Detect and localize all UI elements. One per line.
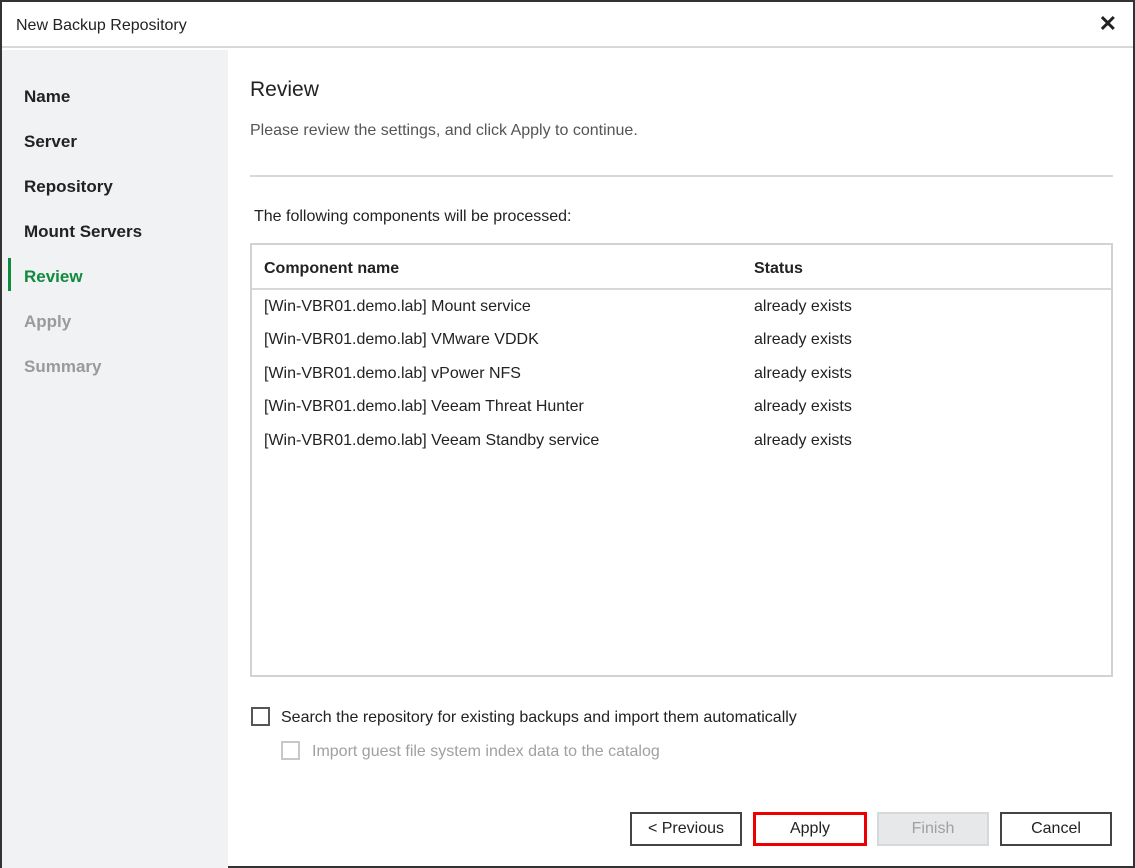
table-row[interactable]: [Win-VBR01.demo.lab] Veeam Standby servi…	[252, 425, 1111, 458]
column-header-status[interactable]: Status	[754, 260, 803, 278]
component-status: already exists	[754, 331, 852, 349]
component-status: already exists	[754, 298, 852, 316]
search-import-checkbox[interactable]	[251, 707, 270, 726]
table-row[interactable]: [Win-VBR01.demo.lab] vPower NFS already e…	[252, 358, 1111, 391]
divider	[250, 175, 1113, 177]
step-summary: Summary	[24, 357, 101, 377]
import-index-label: Import guest file system index data to t…	[312, 743, 660, 761]
step-repository[interactable]: Repository	[24, 177, 113, 197]
wizard-steps-sidebar	[2, 50, 228, 868]
wizard-window: New Backup Repository ✕ Name Server Repo…	[0, 0, 1135, 868]
component-name: [Win-VBR01.demo.lab] vPower NFS	[264, 365, 521, 383]
page-title: Review	[250, 78, 319, 102]
column-header-component[interactable]: Component name	[264, 260, 399, 278]
step-name[interactable]: Name	[24, 87, 70, 107]
components-label: The following components will be process…	[254, 208, 572, 226]
window-title: New Backup Repository	[16, 17, 187, 35]
step-apply: Apply	[24, 312, 71, 332]
component-name: [Win-VBR01.demo.lab] VMware VDDK	[264, 331, 539, 349]
component-status: already exists	[754, 398, 852, 416]
components-table[interactable]: Component name Status [Win-VBR01.demo.la…	[250, 243, 1113, 677]
step-mount-servers[interactable]: Mount Servers	[24, 222, 142, 242]
active-step-indicator	[8, 258, 11, 291]
component-name: [Win-VBR01.demo.lab] Mount service	[264, 298, 531, 316]
component-name: [Win-VBR01.demo.lab] Veeam Threat Hunter	[264, 398, 584, 416]
table-row[interactable]: [Win-VBR01.demo.lab] Veeam Threat Hunter…	[252, 391, 1111, 424]
step-review[interactable]: Review	[24, 267, 83, 287]
page-subtitle: Please review the settings, and click Ap…	[250, 122, 638, 140]
finish-button: Finish	[877, 812, 989, 846]
component-status: already exists	[754, 365, 852, 383]
component-status: already exists	[754, 432, 852, 450]
import-index-checkbox	[281, 741, 300, 760]
table-row[interactable]: [Win-VBR01.demo.lab] VMware VDDK already …	[252, 324, 1111, 357]
previous-button[interactable]: < Previous	[630, 812, 742, 846]
cancel-button[interactable]: Cancel	[1000, 812, 1112, 846]
component-name: [Win-VBR01.demo.lab] Veeam Standby servi…	[264, 432, 599, 450]
step-server[interactable]: Server	[24, 132, 77, 152]
search-import-label[interactable]: Search the repository for existing backu…	[281, 709, 797, 727]
table-row[interactable]: [Win-VBR01.demo.lab] Mount service alread…	[252, 291, 1111, 324]
apply-button[interactable]: Apply	[753, 812, 867, 846]
title-bar: New Backup Repository ✕	[2, 2, 1133, 48]
table-header: Component name Status	[252, 245, 1111, 290]
close-icon[interactable]: ✕	[1099, 11, 1117, 37]
